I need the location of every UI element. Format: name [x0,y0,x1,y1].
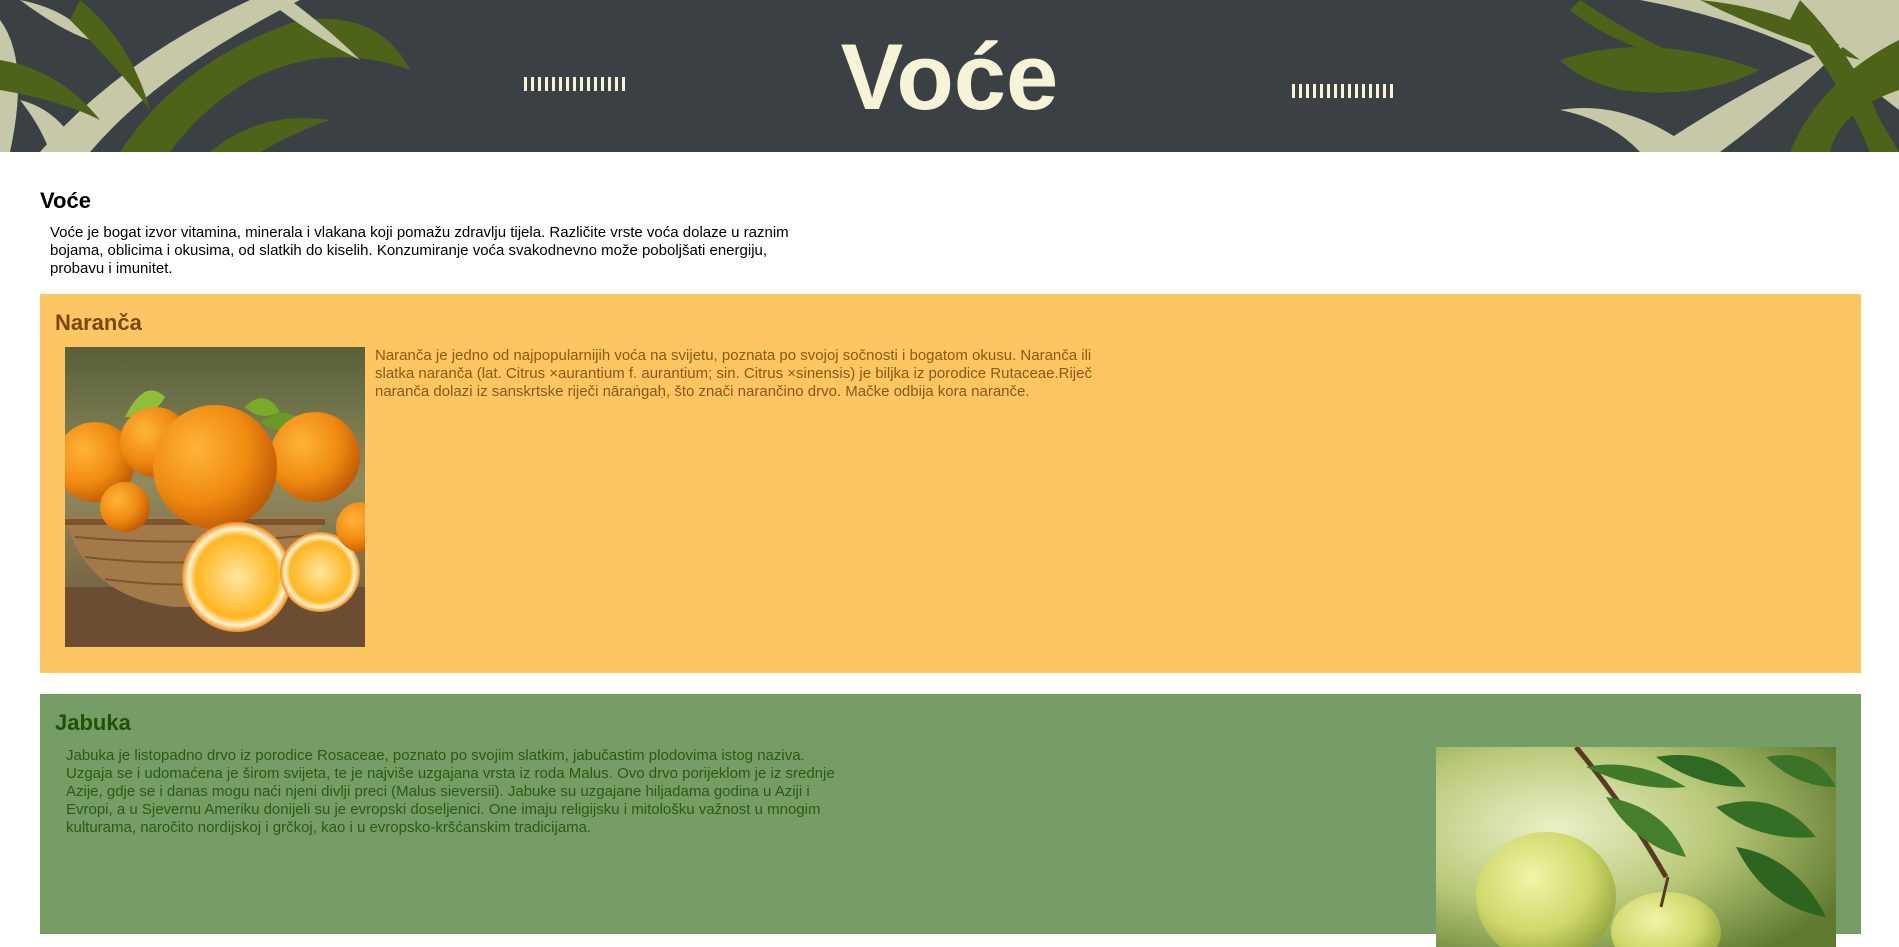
fruit-card-description: Naranča je jedno od najpopularnijih voća… [375,347,1092,400]
fruit-card-orange: Naranča Naranča je jedno od najpopularni… [40,294,1861,673]
title-decoration-right [1292,84,1393,98]
fruit-card-apple: Jabuka Jabuka je listopadno drvo iz poro… [40,694,1861,947]
orange-basket-photo [65,347,365,647]
fruit-card-title: Jabuka [55,710,131,735]
fruit-card-title: Naranča [55,310,142,335]
page-banner: Voće [0,0,1899,152]
fruit-card-description: Jabuka je listopadno drvo iz porodice Ro… [66,747,835,836]
intro-text: Voće je bogat izvor vitamina, minerala i… [50,224,789,277]
green-apples-photo [1436,747,1836,947]
banner-title: Voće [840,24,1059,129]
intro-section: Voće Voće je bogat izvor vitamina, miner… [40,188,860,278]
intro-heading: Voće [40,188,91,213]
